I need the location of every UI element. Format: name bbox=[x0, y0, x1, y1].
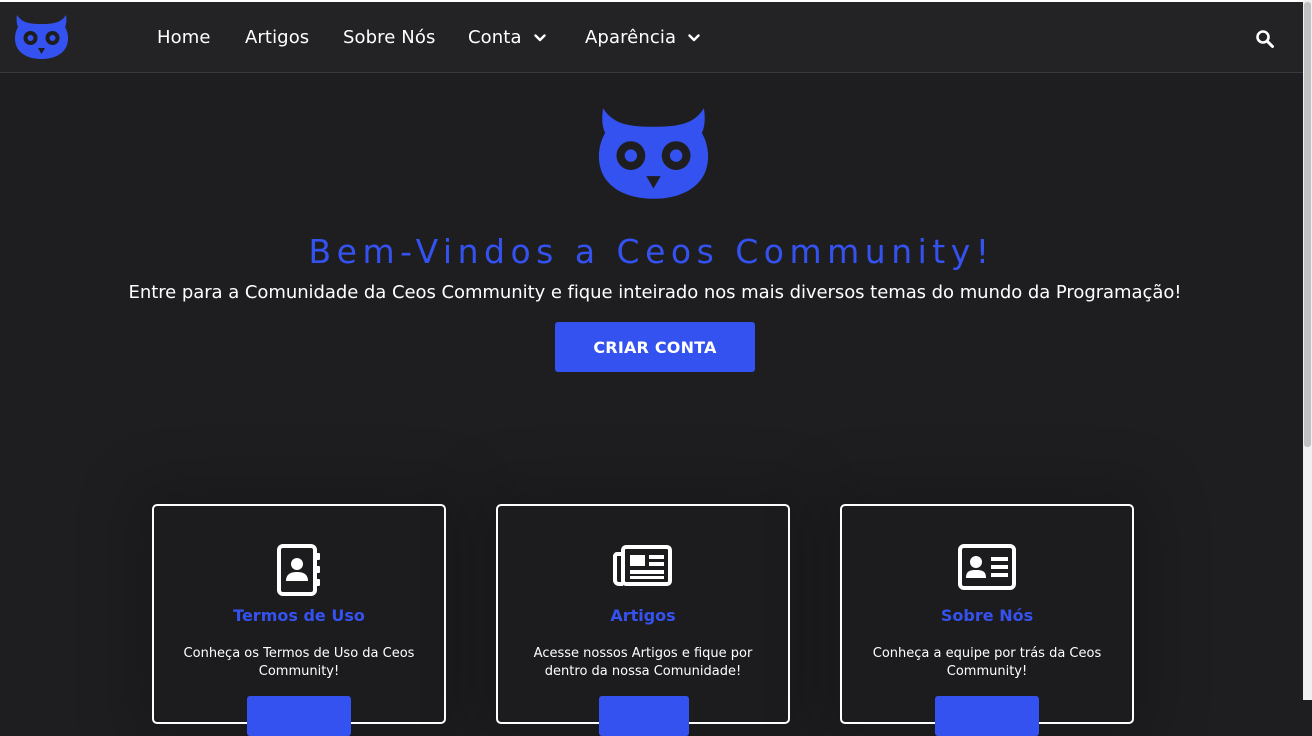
card-sobre-nos: Sobre Nós Conheça a equipe por trás da C… bbox=[840, 504, 1134, 736]
nav-item-label: Home bbox=[157, 27, 211, 48]
nav-item-sobre-nos[interactable]: Sobre Nós bbox=[343, 24, 435, 52]
scrollbar-thumb[interactable] bbox=[1304, 2, 1311, 447]
owl-logo-icon bbox=[599, 106, 708, 199]
top-navbar: Home Artigos Sobre Nós Conta Aparência bbox=[0, 0, 1303, 73]
card-termos-de-uso: Termos de Uso Conheça os Termos de Uso d… bbox=[152, 504, 446, 736]
card-description: Conheça a equipe por trás da Ceos Commun… bbox=[872, 646, 1102, 679]
card-artigos: Artigos Acesse nossos Artigos e fique po… bbox=[496, 504, 790, 736]
card-button[interactable] bbox=[935, 696, 1039, 736]
owl-logo-icon[interactable] bbox=[15, 14, 68, 59]
nav-item-conta[interactable]: Conta bbox=[468, 24, 546, 52]
nav-item-artigos[interactable]: Artigos bbox=[245, 24, 309, 52]
nav-item-home[interactable]: Home bbox=[157, 24, 211, 52]
card-title: Sobre Nós bbox=[940, 606, 1034, 625]
card-title: Artigos bbox=[610, 606, 676, 625]
newspaper-icon bbox=[613, 545, 672, 586]
nav-item-aparencia[interactable]: Aparência bbox=[585, 24, 700, 52]
address-book-icon bbox=[277, 544, 320, 596]
card-button[interactable] bbox=[599, 696, 689, 736]
nav-item-label: Conta bbox=[468, 27, 522, 48]
chevron-down-icon bbox=[533, 34, 546, 42]
create-account-button[interactable]: CRIAR CONTA bbox=[555, 322, 755, 372]
id-card-icon bbox=[958, 544, 1016, 590]
nav-item-label: Artigos bbox=[245, 27, 310, 48]
nav-item-label: Aparência bbox=[585, 27, 677, 48]
hero-title: Bem-Vindos a Ceos Community! bbox=[308, 232, 995, 271]
search-icon[interactable] bbox=[1255, 29, 1275, 49]
hero-subtitle: Entre para a Comunidade da Ceos Communit… bbox=[128, 282, 1182, 303]
card-title: Termos de Uso bbox=[233, 606, 365, 625]
nav-item-label: Sobre Nós bbox=[343, 27, 436, 48]
chevron-down-icon bbox=[688, 34, 700, 42]
card-description: Acesse nossos Artigos e fique por dentro… bbox=[533, 646, 753, 679]
card-description: Conheça os Termos de Uso da Ceos Communi… bbox=[183, 646, 415, 679]
card-button[interactable] bbox=[247, 696, 351, 736]
